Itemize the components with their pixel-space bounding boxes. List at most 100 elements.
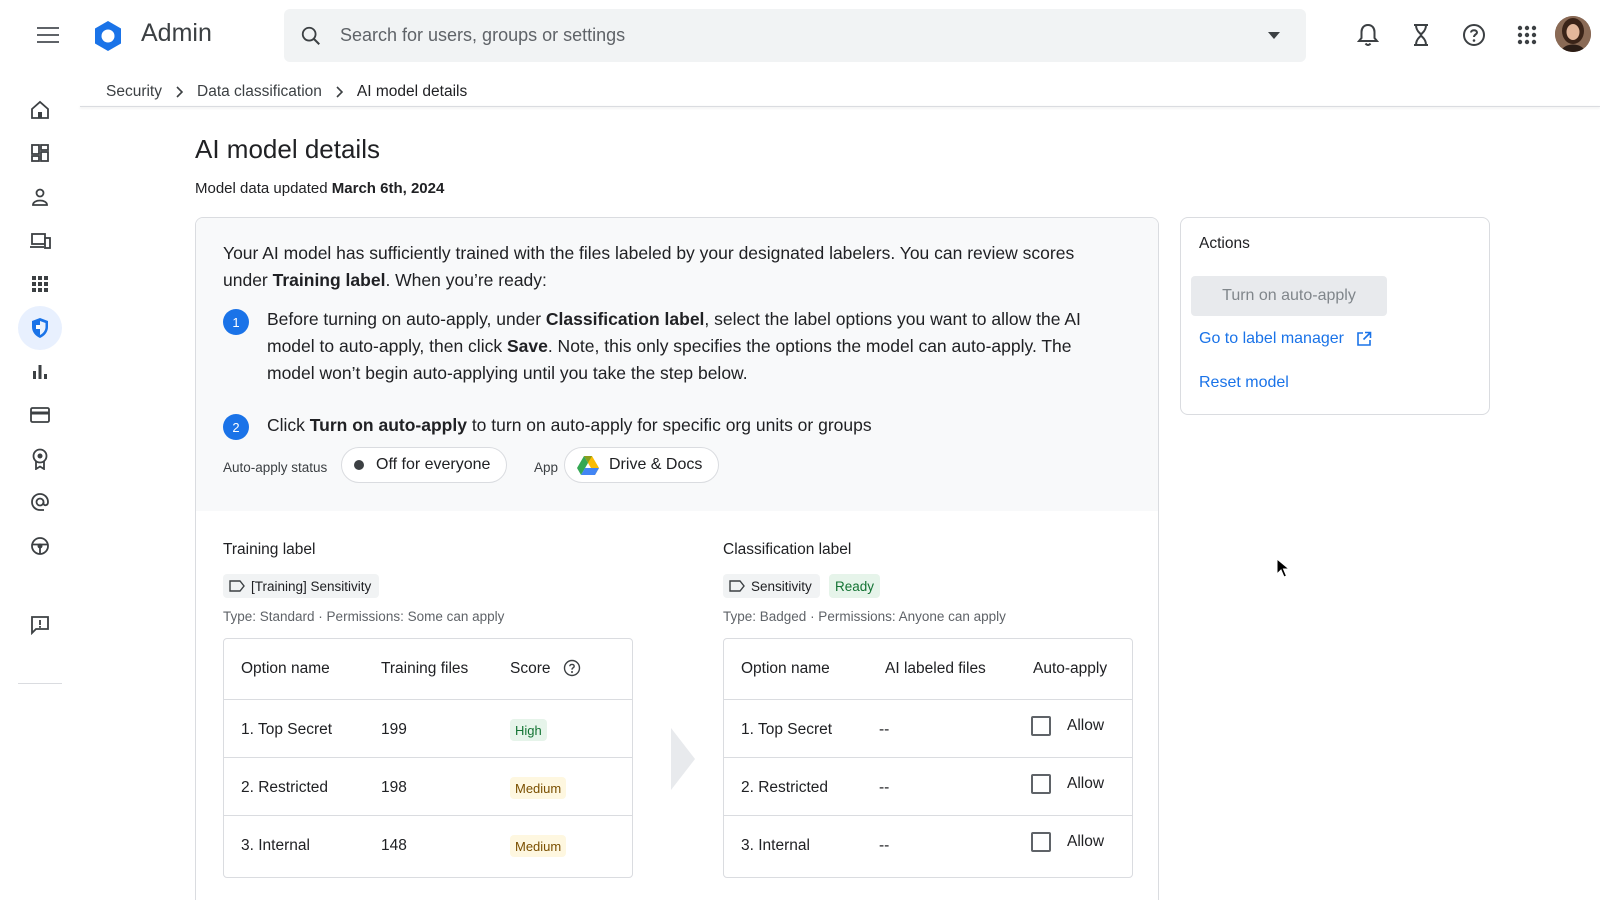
option-name: 1. Top Secret (241, 721, 333, 738)
page-title: AI model details (195, 134, 380, 164)
training-files: 148 (381, 837, 407, 854)
breadcrumb-current: AI model details (356, 83, 468, 100)
devices-icon (30, 233, 51, 249)
classification-table-header: Option name AI labeled files Auto-apply (724, 639, 1132, 699)
column-header: Auto-apply (1033, 660, 1108, 677)
ai-labeled-files: -- (879, 779, 890, 796)
apps-launcher-button[interactable] (1512, 20, 1542, 50)
status-dot-icon (354, 460, 364, 470)
label-tag-icon (729, 580, 745, 592)
column-header: Option name (741, 660, 830, 677)
training-files: 198 (381, 779, 407, 796)
allow-label[interactable]: Allow (1067, 717, 1104, 735)
breadcrumb-security[interactable]: Security (106, 83, 162, 101)
column-header: Option name (241, 660, 330, 677)
ready-status-badge: Ready (829, 574, 881, 598)
chevron-right-icon (336, 86, 343, 98)
sidebar-item-directory[interactable] (18, 175, 62, 219)
app-name: Admin (141, 19, 212, 47)
table-row: 3. Internal 148 Medium (224, 815, 632, 877)
table-row: 2. Restricted 198 Medium (224, 757, 632, 815)
sidebar-item-reporting[interactable] (18, 349, 62, 393)
main-menu-button[interactable] (26, 17, 70, 53)
user-photo-icon (1555, 16, 1591, 52)
option-name: 1. Top Secret (741, 721, 833, 738)
mouse-pointer-icon (1276, 558, 1290, 578)
classification-type-line: Type: Badged · Permissions: Anyone can a… (723, 609, 1006, 624)
updated-date: March 6th, 2024 (331, 180, 445, 197)
ai-labeled-files: -- (879, 837, 890, 854)
sidebar-item-apps[interactable] (18, 262, 62, 306)
credit-card-icon (30, 407, 50, 423)
sidebar-divider (18, 683, 62, 684)
person-icon (32, 188, 48, 206)
step-1-badge: 1 (223, 309, 249, 335)
score-help-icon[interactable] (563, 659, 581, 682)
step-2-badge: 2 (223, 414, 249, 440)
score-badge: Medium (510, 777, 567, 799)
classification-label-title: Classification label (723, 541, 852, 558)
app-chip: Drive & Docs (564, 447, 720, 483)
column-header: AI labeled files (885, 660, 986, 677)
account-avatar[interactable] (1555, 16, 1591, 52)
notifications-button[interactable] (1353, 20, 1383, 50)
training-label-name: [Training] Sensitivity (251, 578, 372, 594)
breadcrumb-data-classification[interactable]: Data classification (197, 83, 322, 101)
sidebar-item-devices[interactable] (18, 219, 62, 263)
sidebar-item-rules[interactable] (18, 524, 62, 568)
sidebar-item-security[interactable] (18, 306, 62, 350)
table-row: 2. Restricted -- Allow (724, 757, 1132, 815)
bell-icon (1357, 23, 1379, 46)
search-icon (298, 23, 324, 49)
training-label-title: Training label (223, 541, 316, 558)
turn-on-auto-apply-button[interactable]: Turn on auto-apply (1191, 276, 1387, 316)
steering-icon (31, 537, 49, 555)
tasks-button[interactable] (1406, 20, 1436, 50)
ai-labeled-files: -- (879, 721, 890, 738)
instructions-panel: Your AI model has sufficiently trained w… (196, 218, 1158, 511)
search-options-dropdown[interactable] (1264, 26, 1284, 46)
shield-icon (32, 318, 48, 338)
model-updated-text: Model data updated March 6th, 2024 (195, 180, 444, 197)
column-header: Score (510, 660, 551, 677)
chevron-right-icon (176, 86, 183, 98)
step-2-text: Click Turn on auto-apply to turn on auto… (267, 415, 872, 435)
bar-chart-icon (33, 365, 47, 379)
search-input[interactable] (340, 25, 1264, 46)
table-row: 3. Internal -- Allow (724, 815, 1132, 877)
option-name: 3. Internal (741, 837, 810, 854)
allow-label[interactable]: Allow (1067, 833, 1104, 851)
allow-label[interactable]: Allow (1067, 775, 1104, 793)
allow-checkbox[interactable] (1031, 832, 1051, 852)
sidebar-item-feedback[interactable] (18, 603, 62, 647)
allow-checkbox[interactable] (1031, 774, 1051, 794)
auto-apply-status-value: Off for everyone (376, 456, 491, 473)
feedback-icon (31, 616, 49, 635)
label-tag-icon (229, 580, 245, 592)
step-1-text: Before turning on auto-apply, under Clas… (267, 309, 1081, 383)
classification-label-name: Sensitivity (751, 578, 812, 594)
admin-logo-icon[interactable] (92, 20, 124, 52)
allow-checkbox[interactable] (1031, 716, 1051, 736)
table-row: 1. Top Secret 199 High (224, 699, 632, 757)
app-label: App (534, 460, 559, 475)
help-button[interactable] (1459, 20, 1489, 50)
apps-icon (32, 276, 48, 292)
sidebar-item-dashboard[interactable] (18, 131, 62, 175)
reset-model-link[interactable]: Reset model (1199, 374, 1289, 392)
label-manager-text: Go to label manager (1199, 330, 1344, 347)
sidebar-item-home[interactable] (18, 88, 62, 132)
training-table: Option name Training files Score 1. Top … (223, 638, 633, 878)
training-label-chip: [Training] Sensitivity (223, 574, 380, 598)
search-bar[interactable] (284, 9, 1306, 62)
score-badge: Medium (510, 835, 567, 857)
app-value: Drive & Docs (609, 456, 703, 473)
classification-label-chip: Sensitivity (723, 574, 820, 598)
go-to-label-manager-link[interactable]: Go to label manager (1199, 330, 1372, 348)
arrow-right-icon (671, 728, 695, 790)
sidebar-item-email[interactable] (18, 480, 62, 524)
sidebar-item-billing[interactable] (18, 393, 62, 437)
google-drive-icon (577, 456, 599, 475)
intro-text: Your AI model has sufficiently trained w… (223, 243, 1075, 290)
sidebar-item-account[interactable] (18, 437, 62, 481)
